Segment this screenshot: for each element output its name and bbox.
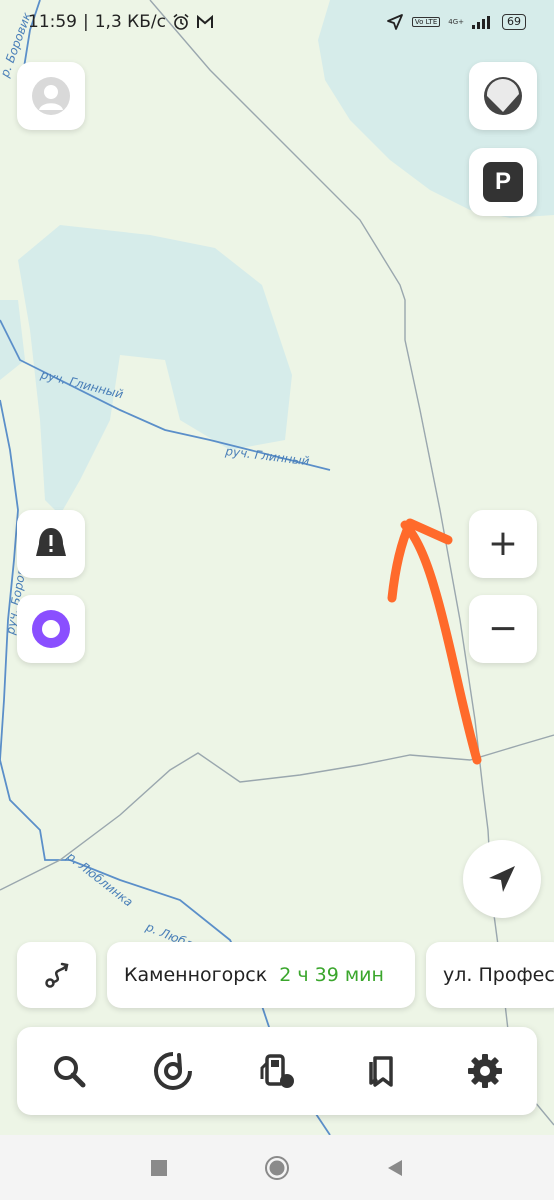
signal-icon: [472, 16, 490, 29]
navigation-arrow-icon: [489, 866, 515, 892]
network-generation: 4G+: [448, 18, 464, 26]
home-icon: [265, 1155, 289, 1180]
home-button[interactable]: [257, 1148, 297, 1188]
map-layers-icon: [484, 77, 522, 115]
road-alert-icon: [36, 528, 66, 556]
settings-button[interactable]: [455, 1041, 515, 1101]
alarm-icon: [173, 13, 189, 30]
location-arrow-icon: [386, 14, 403, 30]
parking-button[interactable]: P: [469, 148, 537, 216]
recents-icon: [151, 1159, 167, 1176]
status-right: Vo LTE 4G+ 69: [386, 13, 526, 31]
layers-button[interactable]: [469, 62, 537, 130]
bottom-toolbar: [17, 1027, 537, 1115]
parking-label: P: [494, 168, 511, 195]
music-icon: [154, 1052, 192, 1090]
search-icon: [54, 1056, 86, 1088]
route-icon: [44, 962, 68, 988]
profile-button[interactable]: [17, 62, 85, 130]
volte-badge: Vo LTE: [411, 17, 441, 27]
alice-assistant-button[interactable]: [17, 595, 85, 663]
fuel-button[interactable]: [247, 1041, 307, 1101]
zoom-in-icon: +: [487, 523, 519, 564]
user-avatar-icon: [32, 77, 70, 115]
alice-icon: [32, 610, 70, 648]
fuel-icon: [260, 1054, 294, 1088]
search-button[interactable]: [39, 1041, 99, 1101]
status-bar: 11:59 | 1,3 КБ/с Vo LTE 4G+ 69: [0, 0, 554, 44]
system-navigation-bar: [0, 1135, 554, 1200]
bookmarks-icon: [369, 1056, 393, 1087]
status-left: 11:59 | 1,3 КБ/с: [28, 12, 214, 32]
zoom-out-icon: −: [487, 608, 519, 649]
status-separator: |: [83, 12, 89, 32]
route-options-button[interactable]: [17, 942, 96, 1008]
route-destination: Каменногорск: [124, 964, 268, 986]
music-button[interactable]: [143, 1041, 203, 1101]
status-speed: 1,3 КБ/с: [94, 12, 166, 32]
parking-icon: P: [483, 162, 523, 202]
my-location-button[interactable]: [463, 840, 541, 918]
recents-button[interactable]: [139, 1148, 179, 1188]
mail-icon: [196, 14, 213, 28]
back-button[interactable]: [375, 1148, 415, 1188]
route-street-chip[interactable]: ул. Профес: [426, 942, 554, 1008]
road-alert-button[interactable]: [17, 510, 85, 578]
back-icon: [388, 1159, 402, 1176]
status-time: 11:59: [28, 12, 77, 32]
route-destination-chip[interactable]: Каменногорск 2 ч 39 мин: [107, 942, 415, 1008]
route-next-street: ул. Профес: [443, 964, 554, 986]
zoom-in-button[interactable]: +: [469, 510, 537, 578]
settings-icon: [468, 1054, 502, 1088]
battery-indicator: 69: [502, 14, 526, 30]
route-eta: 2 ч 39 мин: [279, 964, 384, 986]
zoom-out-button[interactable]: −: [469, 595, 537, 663]
bookmarks-button[interactable]: [351, 1041, 411, 1101]
